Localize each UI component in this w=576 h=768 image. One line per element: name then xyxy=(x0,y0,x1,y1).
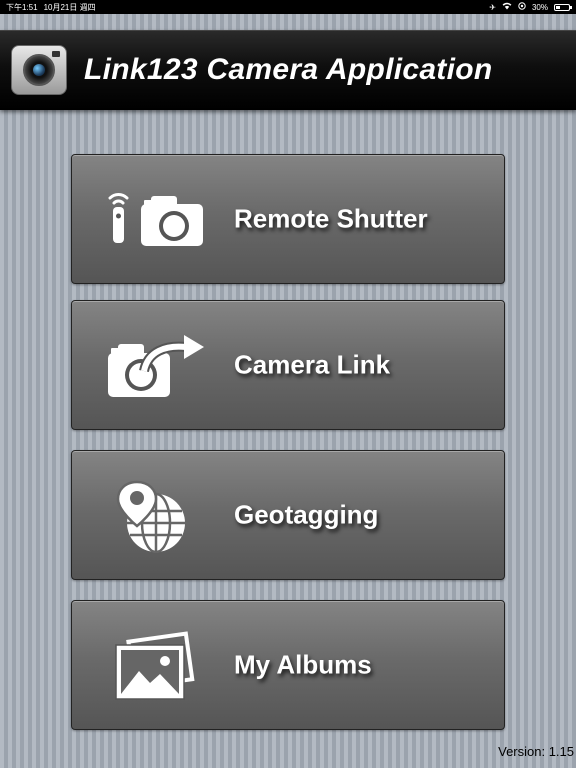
albums-icon xyxy=(104,629,208,703)
camera-link-label: Camera Link xyxy=(234,349,391,380)
my-albums-label: My Albums xyxy=(234,649,372,680)
camera-lens xyxy=(23,54,55,86)
header: Link123 Camera Application xyxy=(0,30,576,110)
wifi-icon xyxy=(502,2,512,12)
battery-icon xyxy=(554,3,572,11)
geotagging-label: Geotagging xyxy=(234,499,379,530)
camera-lens-glass xyxy=(33,64,45,76)
page-title: Link123 Camera Application xyxy=(84,53,493,86)
camera-app-icon xyxy=(11,45,67,95)
status-time: 下午1:51 xyxy=(6,2,38,12)
geotagging-button[interactable]: Geotagging xyxy=(71,450,505,580)
my-albums-button[interactable]: My Albums xyxy=(71,600,505,730)
battery-level xyxy=(556,5,560,9)
remote-shutter-icon xyxy=(104,183,208,257)
location-icon xyxy=(518,2,526,12)
status-bar: 下午1:51 10月21日 週四 ✈ 30% xyxy=(0,0,576,14)
battery-percent: 30% xyxy=(531,2,548,12)
remote-shutter-label: Remote Shutter xyxy=(234,203,428,234)
status-right: ✈ 30% xyxy=(489,2,572,12)
status-left: 下午1:51 10月21日 週四 xyxy=(6,2,96,13)
camera-link-button[interactable]: Camera Link xyxy=(71,300,505,430)
airplane-icon: ✈ xyxy=(489,2,496,12)
status-date: 10月21日 週四 xyxy=(43,2,96,12)
version-label: Version: 1.15 xyxy=(498,744,574,759)
geotagging-icon xyxy=(104,479,208,554)
camera-link-icon xyxy=(104,329,208,403)
remote-shutter-button[interactable]: Remote Shutter xyxy=(71,154,505,284)
camera-flash xyxy=(52,51,60,57)
